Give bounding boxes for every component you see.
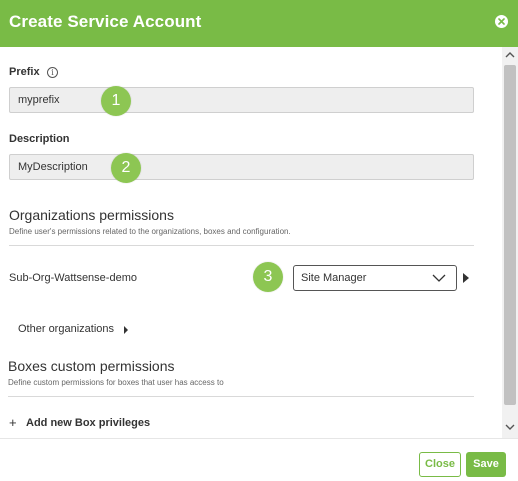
info-icon[interactable]: i: [47, 67, 58, 78]
caret-right-icon: [124, 326, 128, 334]
vertical-scrollbar[interactable]: [502, 47, 518, 438]
plus-icon: +: [9, 415, 17, 430]
role-select-value: Site Manager: [301, 272, 367, 284]
dialog-body[interactable]: Prefix i myprefix 1 Description MyDescri…: [0, 47, 500, 438]
description-input[interactable]: MyDescription: [9, 154, 474, 180]
dialog-title: Create Service Account: [9, 12, 202, 31]
expand-row-icon[interactable]: [463, 273, 469, 283]
org-permissions-subtitle: Define user's permissions related to the…: [9, 227, 291, 236]
dialog-footer: Close Save: [0, 438, 518, 481]
scroll-down-icon[interactable]: [505, 423, 515, 431]
org-permissions-title: Organizations permissions: [9, 207, 174, 223]
divider: [8, 396, 474, 397]
dialog-header: Create Service Account: [0, 0, 518, 47]
organization-name: Sub-Org-Wattsense-demo: [9, 272, 137, 284]
box-permissions-title: Boxes custom permissions: [8, 358, 175, 374]
close-icon[interactable]: [495, 15, 508, 28]
step-badge-1: 1: [101, 86, 131, 116]
step-badge-3: 3: [253, 262, 283, 292]
prefix-input[interactable]: myprefix: [9, 87, 474, 113]
description-label: Description: [9, 133, 70, 145]
step-badge-2: 2: [111, 153, 141, 183]
prefix-label: Prefix: [9, 66, 40, 78]
chevron-down-icon: [432, 274, 446, 282]
add-box-privileges-button[interactable]: Add new Box privileges: [26, 417, 150, 429]
box-permissions-subtitle: Define custom permissions for boxes that…: [8, 378, 224, 387]
close-button[interactable]: Close: [419, 452, 461, 477]
other-organizations-link[interactable]: Other organizations: [18, 323, 114, 335]
description-value: MyDescription: [18, 161, 88, 173]
other-organizations-label: Other organizations: [18, 323, 114, 335]
scrollbar-thumb[interactable]: [504, 65, 516, 405]
scroll-up-icon[interactable]: [505, 51, 515, 59]
prefix-value: myprefix: [18, 94, 60, 106]
divider: [9, 245, 474, 246]
role-select[interactable]: Site Manager: [293, 265, 457, 291]
create-service-account-dialog: Create Service Account Prefix i myprefix…: [0, 0, 518, 481]
save-button[interactable]: Save: [466, 452, 506, 477]
